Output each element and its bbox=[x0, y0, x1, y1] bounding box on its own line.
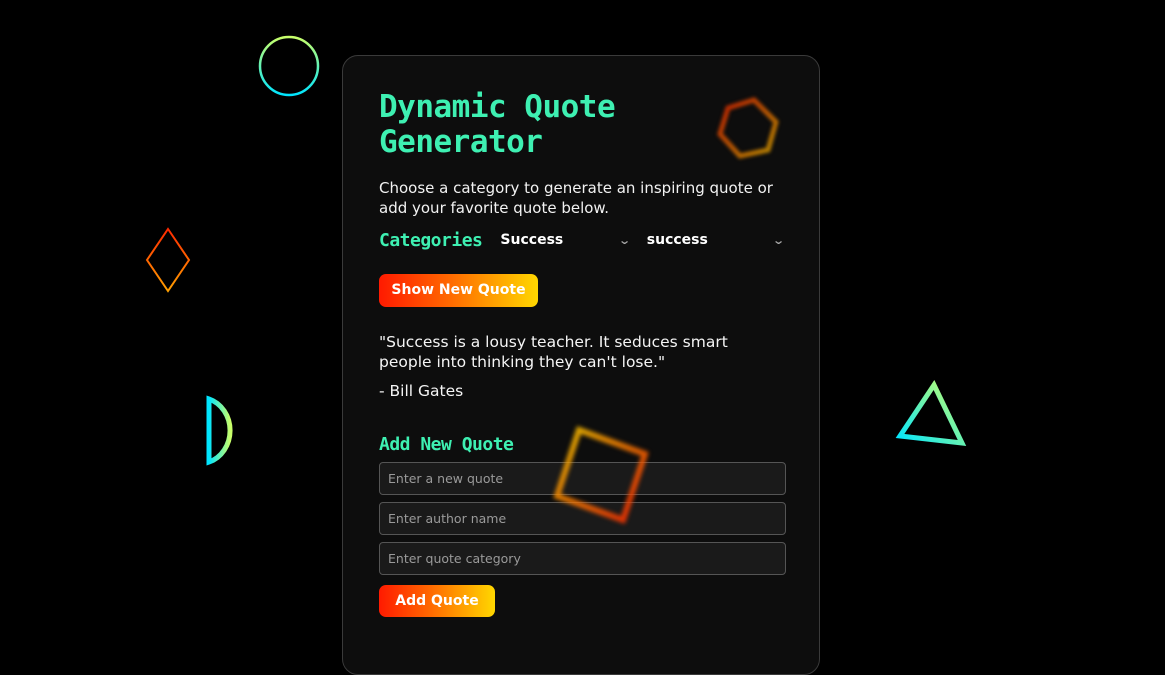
circle-shape-icon bbox=[258, 35, 320, 97]
page-title: Dynamic Quote Generator bbox=[379, 89, 616, 160]
quote-text: "Success is a lousy teacher. It seduces … bbox=[379, 333, 728, 371]
half-circle-shape-icon bbox=[206, 395, 233, 466]
intro-text: Choose a category to generate an inspiri… bbox=[379, 179, 773, 217]
hexagon-shape-icon bbox=[717, 97, 779, 159]
category-select-primary[interactable]: Success ⌄ bbox=[500, 232, 631, 248]
category-select-primary-value: Success bbox=[500, 232, 564, 248]
chevron-down-icon: ⌄ bbox=[771, 233, 785, 247]
category-select-secondary-value: success bbox=[646, 232, 708, 248]
add-quote-button[interactable]: Add Quote bbox=[379, 585, 495, 617]
quote-category-input[interactable] bbox=[379, 542, 786, 575]
diamond-shape-icon bbox=[145, 227, 191, 293]
categories-label: Categories bbox=[379, 229, 483, 251]
square-shape-icon bbox=[553, 426, 649, 524]
triangle-shape-icon bbox=[895, 379, 967, 446]
categories-row: Categories Success ⌄ success ⌄ bbox=[379, 228, 785, 252]
show-new-quote-button[interactable]: Show New Quote bbox=[379, 274, 538, 307]
quote-author: - Bill Gates bbox=[379, 382, 464, 400]
category-select-secondary[interactable]: success ⌄ bbox=[646, 232, 785, 248]
chevron-down-icon: ⌄ bbox=[617, 233, 631, 247]
